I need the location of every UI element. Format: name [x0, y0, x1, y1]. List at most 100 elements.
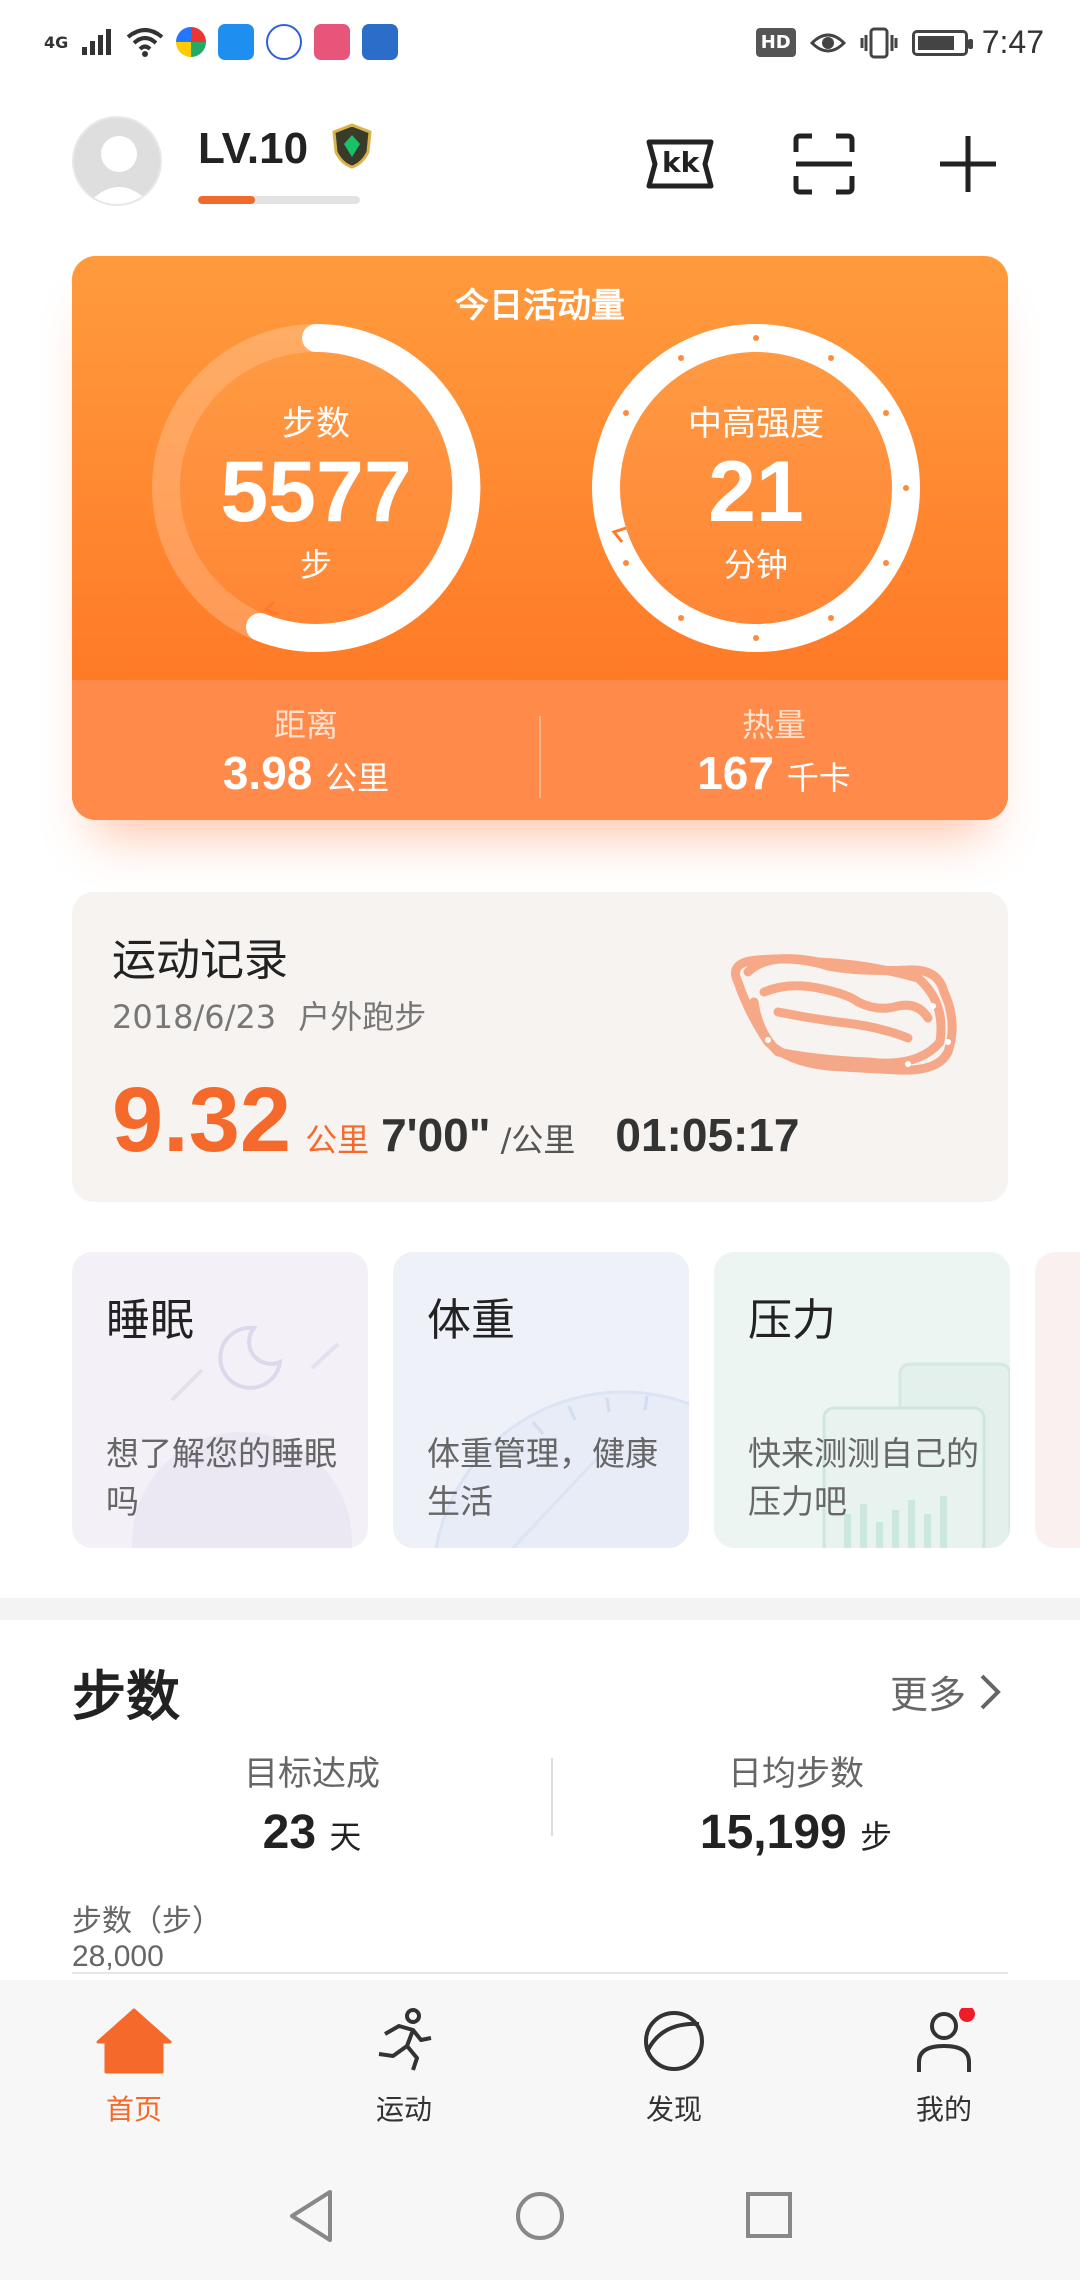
steps-label: 步数: [282, 404, 350, 444]
notification-dot-icon: [959, 2006, 975, 2022]
back-icon[interactable]: [286, 2188, 336, 2244]
vibrate-icon: [860, 27, 898, 58]
weight-desc: 体重管理，健康生活: [427, 1434, 658, 1521]
sleep-title: 睡眠: [106, 1295, 194, 1346]
battery-icon: [911, 29, 973, 56]
alipay-icon: [218, 24, 255, 60]
sleep-card[interactable]: 睡眠 想了解您的睡眠吗: [72, 1252, 368, 1548]
goal-stat: 目标达成 23 天: [122, 1746, 502, 1860]
stress-card[interactable]: 压力 快来测测自己的压力吧: [714, 1252, 1010, 1548]
kk-button[interactable]: kk: [640, 124, 720, 204]
nav-profile[interactable]: 我的: [844, 2006, 1044, 2128]
recents-icon[interactable]: [744, 2190, 794, 2240]
steps-ring-text: 步数 5577 步: [180, 396, 452, 586]
record-pace: 7'00": [381, 1109, 491, 1161]
kk-text: kk: [662, 146, 700, 179]
record-date: 2018/6/23: [112, 998, 277, 1036]
chart-max-tick: 28,000: [72, 1940, 164, 1973]
running-icon: [378, 2008, 432, 2071]
record-distance-unit: 公里: [305, 1121, 370, 1159]
profile-icon: [917, 2006, 975, 2072]
nav-home-label: 首页: [105, 2093, 162, 2126]
nav-home[interactable]: 首页: [34, 2008, 234, 2128]
add-button[interactable]: [928, 124, 1008, 204]
clock: 7:47: [981, 24, 1044, 60]
weight-title: 体重: [427, 1295, 515, 1346]
calories-unit: 千卡: [786, 760, 851, 796]
steps-unit: 步: [299, 545, 332, 584]
level-label[interactable]: LV.10: [198, 124, 308, 174]
avg-label: 日均步数: [728, 1754, 864, 1794]
level-progress-bar: [198, 196, 360, 204]
wifi-icon: [126, 28, 164, 57]
avatar[interactable]: [72, 116, 162, 206]
nav-profile-label: 我的: [915, 2093, 972, 2126]
baidu-icon: [266, 24, 303, 60]
section-separator: [0, 1598, 1080, 1620]
system-nav-bar: [0, 2170, 1080, 2280]
nav-exercise-label: 运动: [375, 2093, 432, 2126]
intensity-value: 21: [708, 444, 804, 540]
news-app-icon: [314, 24, 351, 60]
nav-discover[interactable]: 发现: [574, 2008, 774, 2128]
distance-unit: 公里: [325, 760, 390, 796]
avatar-silhouette-icon: [87, 136, 151, 204]
avg-unit: 步: [860, 1819, 893, 1855]
stress-desc: 快来测测自己的压力吧: [748, 1434, 979, 1521]
record-distance: 9.32: [112, 1069, 292, 1171]
steps-value: 5577: [220, 444, 412, 540]
network-label: 4G: [44, 32, 69, 52]
plus-icon: [940, 136, 996, 192]
record-stats: 9.32 公里 7'00" /公里 01:05:17: [112, 1068, 800, 1173]
intensity-label: 中高强度: [688, 404, 824, 444]
weight-card[interactable]: 体重 体重管理，健康生活: [393, 1252, 689, 1548]
level-badge-icon: [332, 123, 372, 169]
status-right: HD 7:47: [755, 24, 1044, 61]
distance-value: 3.98: [222, 747, 313, 799]
status-left: 4G: [44, 24, 399, 60]
chevron-right-icon: [980, 1674, 1001, 1709]
scan-button[interactable]: [784, 124, 864, 204]
route-map-thumbnail: [731, 954, 957, 1075]
calories-value: 167: [697, 747, 774, 799]
chart-axis-label: 步数（步）: [72, 1904, 222, 1939]
nav-discover-label: 发现: [645, 2093, 702, 2126]
distance-label: 距离: [273, 706, 338, 744]
record-type: 户外跑步: [298, 998, 427, 1036]
home-circle-icon[interactable]: [514, 2190, 566, 2242]
sleep-desc: 想了解您的睡眠吗: [106, 1434, 337, 1521]
record-duration: 01:05:17: [615, 1109, 800, 1161]
activity-title: 今日活动量: [455, 286, 625, 326]
exercise-record-card[interactable]: 运动记录 2018/6/23 户外跑步 9.32 公里 7'00" /公里 01…: [72, 892, 1008, 1202]
avg-value: 15,199: [699, 1806, 847, 1859]
goal-unit: 天: [329, 1819, 362, 1855]
steps-section-title: 步数: [72, 1665, 180, 1728]
calories-label: 热量: [741, 706, 806, 744]
avg-stat: 日均步数 15,199 步: [606, 1746, 986, 1860]
chart-gridline: [72, 1972, 1008, 1974]
hd-badge: HD: [755, 28, 796, 57]
app-notification-icon: [176, 27, 207, 57]
video-app-icon: [362, 24, 399, 60]
intensity-ring-text: 中高强度 21 分钟: [620, 396, 892, 586]
activity-card[interactable]: 今日活动量 步数 5577 步 中高强度 21 分钟 距离 3.98 公里 热量…: [72, 256, 1008, 820]
more-label: 更多: [889, 1673, 966, 1717]
distance-stat: 距离 3.98 公里: [72, 700, 540, 800]
status-bar: 4G HD 7:47: [0, 0, 1080, 90]
goal-label: 目标达成: [244, 1754, 380, 1794]
calories-stat: 热量 167 千卡: [540, 700, 1008, 800]
record-pace-unit: /公里: [500, 1121, 576, 1159]
goal-value: 23: [262, 1806, 317, 1859]
more-link[interactable]: 更多: [890, 1664, 1002, 1719]
stats-divider: [551, 1758, 553, 1836]
record-date-line: 2018/6/23 户外跑步: [112, 992, 426, 1038]
next-card-partial[interactable]: [1035, 1252, 1080, 1548]
signal-icon: [82, 29, 112, 55]
record-title: 运动记录: [112, 935, 288, 986]
eye-icon: [809, 33, 846, 52]
stress-title: 压力: [748, 1295, 836, 1346]
discover-icon: [644, 2011, 704, 2071]
scan-icon: [793, 133, 855, 195]
nav-exercise[interactable]: 运动: [304, 2008, 504, 2128]
home-icon: [96, 2008, 172, 2074]
